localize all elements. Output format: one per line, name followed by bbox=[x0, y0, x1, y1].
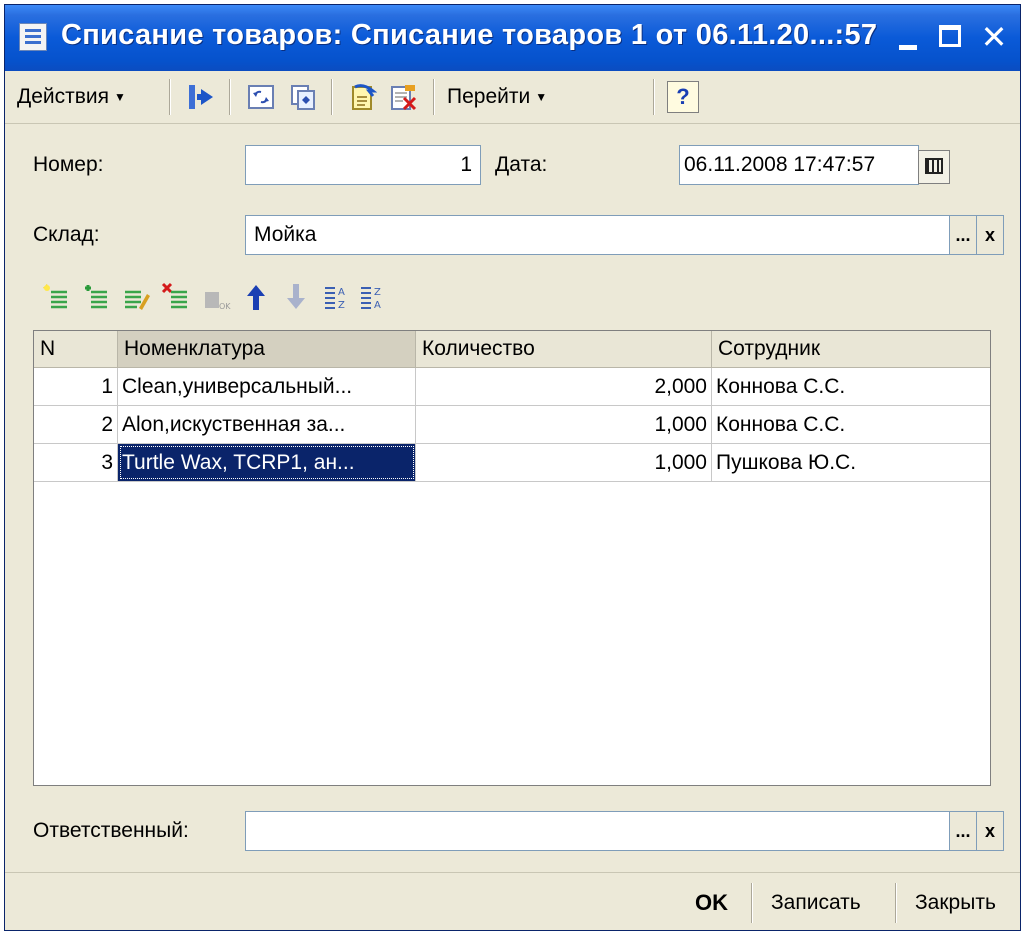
dialog-buttons-bar: OK Записать Закрыть bbox=[5, 872, 1020, 930]
calendar-icon[interactable] bbox=[918, 150, 950, 184]
column-header-n[interactable]: N bbox=[34, 331, 118, 367]
svg-text:Z: Z bbox=[338, 300, 345, 311]
date-field[interactable]: 06.11.2008 17:47:57 bbox=[679, 145, 919, 185]
edit-row-icon[interactable] bbox=[121, 282, 151, 312]
responsible-field[interactable] bbox=[245, 811, 951, 851]
toolbar-separator bbox=[653, 79, 655, 115]
delete-row-icon[interactable] bbox=[161, 282, 191, 312]
chevron-down-icon: ▼ bbox=[114, 90, 126, 105]
column-header-employee[interactable]: Сотрудник bbox=[712, 331, 990, 367]
number-field[interactable]: 1 bbox=[245, 145, 481, 185]
goto-menu[interactable]: Перейти ▼ bbox=[443, 81, 551, 113]
toolbar-separator bbox=[433, 79, 435, 115]
end-edit-icon[interactable]: OK bbox=[201, 282, 231, 312]
warehouse-field[interactable]: Мойка bbox=[245, 215, 951, 255]
sort-descending-icon[interactable]: Z А bbox=[357, 282, 387, 312]
chevron-down-icon: ▼ bbox=[535, 90, 548, 105]
row-quantity[interactable]: 1,000 bbox=[416, 406, 712, 443]
goto-menu-label: Перейти bbox=[447, 85, 531, 108]
minimize-button[interactable] bbox=[891, 17, 929, 57]
maximize-button[interactable] bbox=[933, 17, 971, 57]
ok-button[interactable]: OK bbox=[685, 883, 738, 923]
table-row-selected[interactable]: 3 Turtle Wax, TCRP1, ан... 1,000 Пушкова… bbox=[34, 444, 990, 482]
responsible-label: Ответственный: bbox=[33, 819, 189, 842]
table-row[interactable]: 2 Alon,искуственная за... 1,000 Коннова … bbox=[34, 406, 990, 444]
close-button[interactable]: Закрыть bbox=[905, 883, 1006, 923]
document-window: Списание товаров: Списание товаров 1 от … bbox=[4, 4, 1021, 931]
items-table[interactable]: N Номенклатура Количество Сотрудник 1 Cl… bbox=[33, 330, 991, 786]
button-separator bbox=[895, 883, 897, 923]
row-employee[interactable]: Пушкова Ю.С. bbox=[712, 444, 990, 481]
title-bar[interactable]: Списание товаров: Списание товаров 1 от … bbox=[5, 5, 1020, 71]
sort-ascending-icon[interactable]: А Z bbox=[321, 282, 351, 312]
row-employee[interactable]: Коннова С.С. bbox=[712, 368, 990, 405]
svg-text:А: А bbox=[338, 287, 345, 298]
toolbar-separator bbox=[331, 79, 333, 115]
document-icon bbox=[19, 23, 47, 51]
toolbar-separator bbox=[229, 79, 231, 115]
button-separator bbox=[751, 883, 753, 923]
table-row[interactable]: 1 Clean,универсальный... 2,000 Коннова С… bbox=[34, 368, 990, 406]
actions-menu[interactable]: Действия ▼ bbox=[13, 81, 130, 113]
date-label: Дата: bbox=[495, 153, 548, 176]
row-item[interactable]: Clean,универсальный... bbox=[118, 368, 416, 405]
move-up-icon[interactable] bbox=[241, 282, 271, 312]
toolbar-separator bbox=[169, 79, 171, 115]
save-button[interactable]: Записать bbox=[761, 883, 871, 923]
warehouse-select-button[interactable]: ... bbox=[949, 215, 977, 255]
move-down-icon[interactable] bbox=[281, 282, 311, 312]
add-row-icon[interactable] bbox=[41, 282, 71, 312]
actions-menu-label: Действия bbox=[17, 85, 110, 108]
svg-text:OK: OK bbox=[219, 302, 231, 311]
post-and-close-icon[interactable] bbox=[187, 83, 215, 111]
copy-document-icon[interactable] bbox=[289, 83, 317, 111]
close-window-button[interactable]: ✕ bbox=[975, 17, 1013, 57]
table-header: N Номенклатура Количество Сотрудник bbox=[34, 331, 990, 368]
row-item[interactable]: Alon,искуственная за... bbox=[118, 406, 416, 443]
row-item-selected-cell[interactable]: Turtle Wax, TCRP1, ан... bbox=[118, 444, 416, 481]
row-employee[interactable]: Коннова С.С. bbox=[712, 406, 990, 443]
responsible-select-button[interactable]: ... bbox=[949, 811, 977, 851]
cancel-posting-icon[interactable] bbox=[389, 83, 417, 111]
svg-text:Z: Z bbox=[374, 287, 381, 298]
warehouse-label: Склад: bbox=[33, 223, 100, 246]
number-label: Номер: bbox=[33, 153, 104, 176]
warehouse-clear-button[interactable]: x bbox=[976, 215, 1004, 255]
row-number: 3 bbox=[34, 444, 118, 481]
svg-text:А: А bbox=[374, 300, 381, 311]
command-toolbar: Действия ▼ Перейти ▼ ? bbox=[5, 71, 1020, 124]
row-quantity[interactable]: 2,000 bbox=[416, 368, 712, 405]
column-header-quantity[interactable]: Количество bbox=[416, 331, 712, 367]
row-quantity[interactable]: 1,000 bbox=[416, 444, 712, 481]
post-document-icon[interactable] bbox=[349, 83, 377, 111]
help-icon[interactable]: ? bbox=[667, 81, 699, 113]
row-number: 2 bbox=[34, 406, 118, 443]
window-title: Списание товаров: Списание товаров 1 от … bbox=[61, 19, 878, 51]
responsible-clear-button[interactable]: x bbox=[976, 811, 1004, 851]
refresh-icon[interactable] bbox=[247, 83, 275, 111]
column-header-item[interactable]: Номенклатура bbox=[118, 331, 416, 367]
copy-row-icon[interactable] bbox=[81, 282, 111, 312]
row-number: 1 bbox=[34, 368, 118, 405]
